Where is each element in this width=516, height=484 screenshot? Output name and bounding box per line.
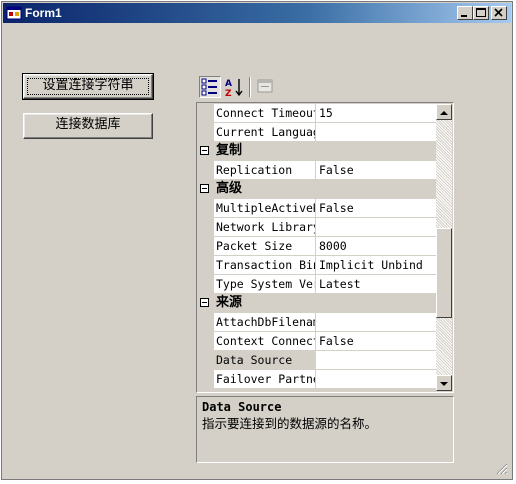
property-value[interactable] [316,370,436,389]
property-name[interactable]: Failover Partner [214,370,315,389]
collapse-icon[interactable] [200,146,209,155]
toolbar-separator [249,77,251,97]
property-name[interactable]: Current Language [214,123,315,142]
property-value[interactable] [316,123,436,142]
categorized-icon [201,78,217,96]
property-row[interactable]: Current Language [198,123,436,142]
property-grid-rows: Connect Timeout15Current Language复制 Repli… [198,104,436,391]
property-value[interactable]: Implicit Unbind [316,256,436,275]
property-row[interactable]: Data Source [198,351,436,370]
help-title: Data Source [202,400,282,414]
category-row[interactable]: 来源 [198,294,436,313]
collapse-icon[interactable] [200,298,209,307]
scroll-down-button[interactable] [436,375,452,391]
category-label: 高级 [216,181,243,196]
property-row[interactable]: Context ConnectionFalse [198,332,436,351]
connect-database-label: 连接数据库 [55,117,121,132]
property-pages-button[interactable] [255,76,277,98]
property-value[interactable]: 8000 [316,237,436,256]
property-row[interactable]: Connect Timeout 15 [198,104,436,123]
property-value[interactable] [316,313,436,332]
resize-grip-icon[interactable] [496,463,508,475]
category-row[interactable]: 高级 [198,180,436,199]
property-name[interactable]: Transaction Binding [214,256,315,275]
title-bar[interactable]: Form1 [3,3,511,23]
app-icon [6,6,22,20]
categorized-button[interactable] [199,76,221,98]
arrow-up-icon [440,111,448,115]
help-pane: Data Source 指示要连接到的数据源的名称。 [196,396,454,463]
category-label: 来源 [216,295,243,310]
property-value[interactable]: 15 [316,104,436,123]
scroll-up-button[interactable] [436,104,452,120]
connect-database-button[interactable]: 连接数据库 [23,113,153,139]
scroll-thumb[interactable] [436,228,452,318]
property-pages-icon [257,79,273,93]
property-name[interactable]: Connect Timeout [214,104,315,123]
maximize-icon [476,8,486,17]
help-description: 指示要连接到的数据源的名称。 [202,416,378,431]
property-row[interactable]: Network Library [198,218,436,237]
category-row[interactable]: 复制 [198,142,436,161]
set-connection-string-button[interactable]: 设置连接字符串 [22,73,154,100]
minimize-icon [461,15,467,17]
property-row[interactable]: Type System VersionLatest [198,275,436,294]
property-value[interactable] [316,218,436,237]
property-value[interactable] [316,351,436,370]
property-name[interactable]: Data Source [214,351,315,370]
window-title: Form1 [25,6,62,20]
property-name[interactable]: Network Library [214,218,315,237]
property-row[interactable]: Packet Size 8000 [198,237,436,256]
property-value[interactable]: False [316,332,436,351]
property-row[interactable]: Failover Partner [198,370,436,389]
minimize-button[interactable] [457,6,473,20]
property-value[interactable]: False [316,199,436,218]
svg-text:A: A [225,79,232,89]
vertical-scrollbar[interactable] [436,104,452,391]
property-name[interactable]: MultipleActiveResultSets [214,199,315,218]
collapse-icon[interactable] [200,184,209,193]
close-icon [494,8,503,17]
property-name[interactable]: Packet Size [214,237,315,256]
svg-text:Z: Z [225,89,232,98]
property-value[interactable]: Latest [316,275,436,294]
property-grid: Connect Timeout15Current Language复制 Repli… [196,102,454,393]
property-value[interactable]: False [316,161,436,180]
property-row[interactable]: MultipleActiveResultSetsFalse [198,199,436,218]
property-name[interactable]: AttachDbFilename [214,313,315,332]
property-name[interactable]: Replication [214,161,315,180]
property-name[interactable]: Type System Version [214,275,315,294]
property-row[interactable]: Transaction BindingImplicit Unbind [198,256,436,275]
main-window: Form1 设置连接字符串 连接数据库 A Z Connect Timeout … [1,1,513,480]
arrow-down-icon [440,382,448,386]
property-row[interactable]: Replication False [198,161,436,180]
close-button[interactable] [491,6,507,20]
alphabetical-button[interactable]: A Z [224,76,246,99]
maximize-button[interactable] [473,6,489,20]
property-row[interactable]: AttachDbFilename [198,313,436,332]
sort-alphabetical-icon: A Z [225,79,243,99]
property-name[interactable]: Context Connection [214,332,315,351]
category-label: 复制 [216,143,243,158]
focus-rectangle [27,78,149,95]
